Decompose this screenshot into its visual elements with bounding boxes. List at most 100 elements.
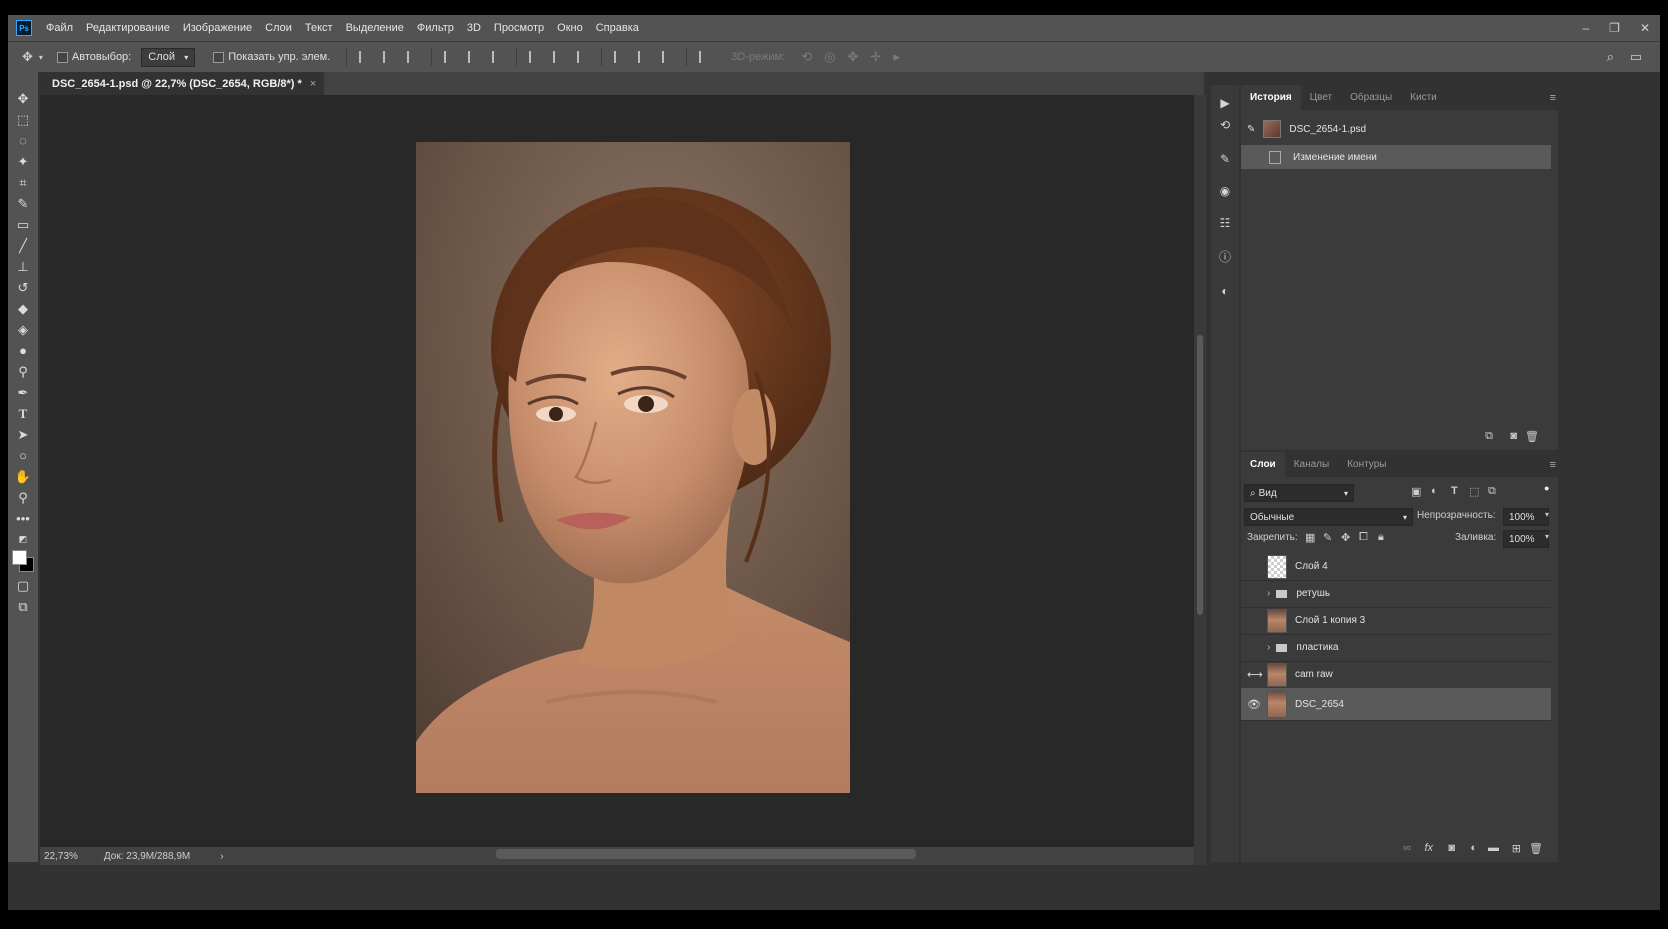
more-tools-icon[interactable]: ••• xyxy=(14,510,32,528)
align-top-icon[interactable] xyxy=(359,51,371,63)
clone-source-icon[interactable]: ◉ xyxy=(1217,183,1233,199)
distribute-bottom-icon[interactable] xyxy=(577,51,589,63)
eye-icon[interactable]: 👁︎ xyxy=(1247,698,1261,711)
fill-input[interactable]: 100% xyxy=(1503,530,1549,548)
distribute-vcenter-icon[interactable] xyxy=(553,51,565,63)
lock-artboard-icon[interactable]: ⧠ xyxy=(1359,531,1368,544)
layer-group-row[interactable]: › ретушь xyxy=(1241,580,1551,608)
status-arrow-icon[interactable]: › xyxy=(220,851,223,862)
snapshot-camera-icon[interactable]: ◙ xyxy=(1510,430,1517,442)
eyedropper-tool-icon[interactable]: ✎ xyxy=(14,195,32,213)
menu-file[interactable]: Файл xyxy=(46,22,73,34)
history-icon[interactable]: ⟲ xyxy=(1217,117,1233,133)
menu-filter[interactable]: Фильтр xyxy=(417,22,454,34)
align-bottom-icon[interactable] xyxy=(407,51,419,63)
adjustments-icon[interactable]: ◐ xyxy=(1217,283,1233,299)
add-mask-icon[interactable]: ◙ xyxy=(1448,842,1455,854)
menu-window[interactable]: Окно xyxy=(557,22,583,34)
filter-pixel-icon[interactable]: ▣ xyxy=(1411,485,1421,498)
tab-channels[interactable]: Каналы xyxy=(1285,452,1339,477)
distribute-right-icon[interactable] xyxy=(662,51,674,63)
distribute-top-icon[interactable] xyxy=(529,51,541,63)
chevron-down-icon[interactable]: ▾ xyxy=(1545,510,1549,519)
auto-align-icon[interactable] xyxy=(699,51,711,63)
delete-state-icon[interactable]: 🗑 xyxy=(1525,430,1539,443)
restore-icon[interactable]: ❐ xyxy=(1609,21,1620,35)
3d-roll-icon[interactable]: ◎ xyxy=(824,49,835,65)
zoom-level[interactable]: 22,73% xyxy=(44,851,78,862)
filter-toggle-icon[interactable]: ● xyxy=(1544,483,1549,493)
panel-menu-icon[interactable]: ≡ xyxy=(1550,459,1556,471)
new-layer-icon[interactable]: ⊞ xyxy=(1512,842,1521,855)
magic-wand-tool-icon[interactable]: ✦ xyxy=(14,153,32,171)
close-tab-icon[interactable]: × xyxy=(310,78,316,90)
filter-adjustment-icon[interactable]: ◐ xyxy=(1431,485,1438,497)
lasso-tool-icon[interactable]: ◌ xyxy=(14,132,32,150)
3d-scale-icon[interactable]: ▸ xyxy=(893,49,900,65)
hand-tool-icon[interactable]: ✋ xyxy=(14,468,32,486)
opacity-input[interactable]: 100% xyxy=(1503,508,1549,526)
adjustment-layer-icon[interactable]: ◐ xyxy=(1470,842,1477,854)
3d-orbit-icon[interactable]: ⟲ xyxy=(801,49,812,65)
lock-position-icon[interactable]: ✥ xyxy=(1341,531,1350,544)
menu-view[interactable]: Просмотр xyxy=(494,22,544,34)
properties-icon[interactable]: ☷ xyxy=(1217,215,1233,231)
layer-row[interactable]: Слой 4 xyxy=(1241,553,1551,581)
menu-image[interactable]: Изображение xyxy=(183,22,252,34)
autoselect-option[interactable]: Автовыбор: xyxy=(56,51,131,63)
new-document-from-state-icon[interactable]: ⧉ xyxy=(1485,430,1493,443)
menu-edit[interactable]: Редактирование xyxy=(86,22,170,34)
filter-shape-icon[interactable]: ⬚ xyxy=(1469,485,1479,498)
paint-bucket-tool-icon[interactable]: ◈ xyxy=(14,321,32,339)
tab-color[interactable]: Цвет xyxy=(1301,85,1341,110)
lock-all-icon[interactable]: 🔒︎ xyxy=(1378,531,1384,544)
horizontal-scroll-thumb[interactable] xyxy=(496,849,916,859)
pen-tool-icon[interactable]: ✒ xyxy=(14,384,32,402)
play-actions-icon[interactable]: ▶ xyxy=(1217,95,1233,111)
autoselect-checkbox[interactable] xyxy=(56,51,68,63)
tab-swatches[interactable]: Образцы xyxy=(1341,85,1401,110)
eraser-tool-icon[interactable]: ◆ xyxy=(14,300,32,318)
search-icon[interactable]: ⌕ xyxy=(1607,49,1614,65)
history-brush-source-icon[interactable]: ✎ xyxy=(1247,124,1255,135)
expand-chevron-icon[interactable]: › xyxy=(1267,588,1270,599)
layer-row-selected[interactable]: 👁︎ DSC_2654 xyxy=(1241,688,1551,721)
show-transform-checkbox[interactable] xyxy=(213,51,225,63)
align-left-icon[interactable] xyxy=(444,51,456,63)
default-colors-icon[interactable]: ◩ ⇄ xyxy=(14,530,32,562)
link-layers-icon[interactable]: ∞ xyxy=(1403,842,1411,854)
layer-row[interactable]: ⟷ cam raw xyxy=(1241,661,1551,689)
marquee-tool-icon[interactable]: ⬚ xyxy=(14,111,32,129)
blend-mode-select[interactable]: Обычные ▾ xyxy=(1244,508,1413,526)
visibility-toggle-icon[interactable]: ⟷ xyxy=(1247,668,1263,681)
foreground-color-swatch[interactable] xyxy=(12,550,27,565)
zoom-tool-icon[interactable]: ⚲ xyxy=(14,489,32,507)
3d-pan-icon[interactable]: ✥ xyxy=(848,49,859,65)
tool-preset-chevron-icon[interactable]: ▾ xyxy=(39,53,43,62)
history-step[interactable]: Изменение имени xyxy=(1241,145,1551,169)
brush-settings-icon[interactable]: ✎ xyxy=(1217,151,1233,167)
close-window-icon[interactable]: ✕ xyxy=(1640,21,1650,35)
move-tool-icon[interactable]: ✥ xyxy=(14,90,32,108)
align-right-icon[interactable] xyxy=(492,51,504,63)
distribute-left-icon[interactable] xyxy=(614,51,626,63)
menu-help[interactable]: Справка xyxy=(596,22,639,34)
quick-mask-icon[interactable]: ▢ xyxy=(14,577,32,595)
stamp-tool-icon[interactable]: ⊥ xyxy=(14,258,32,276)
move-tool-icon[interactable]: ✥ xyxy=(22,49,33,65)
autoselect-target-select[interactable]: Слой ▾ xyxy=(141,47,196,67)
tab-layers[interactable]: Слои xyxy=(1241,452,1285,477)
document-tab[interactable]: DSC_2654-1.psd @ 22,7% (DSC_2654, RGB/8*… xyxy=(44,72,325,95)
layer-row[interactable]: Слой 1 копия 3 xyxy=(1241,607,1551,635)
layer-group-row[interactable]: › пластика xyxy=(1241,634,1551,662)
layer-filter-select[interactable]: ⌕ Вид ▾ xyxy=(1244,484,1354,502)
blur-tool-icon[interactable]: ● xyxy=(14,342,32,360)
crop-tool-icon[interactable]: ⌗ xyxy=(14,174,32,192)
menu-type[interactable]: Текст xyxy=(305,22,333,34)
path-selection-tool-icon[interactable]: ➤ xyxy=(14,426,32,444)
3d-slide-icon[interactable]: ✛ xyxy=(870,49,881,65)
show-transform-controls-option[interactable]: Показать упр. элем. xyxy=(213,51,330,63)
type-tool-icon[interactable]: T xyxy=(14,405,32,423)
menu-select[interactable]: Выделение xyxy=(346,22,404,34)
lock-transparent-icon[interactable]: ▦ xyxy=(1305,531,1315,544)
